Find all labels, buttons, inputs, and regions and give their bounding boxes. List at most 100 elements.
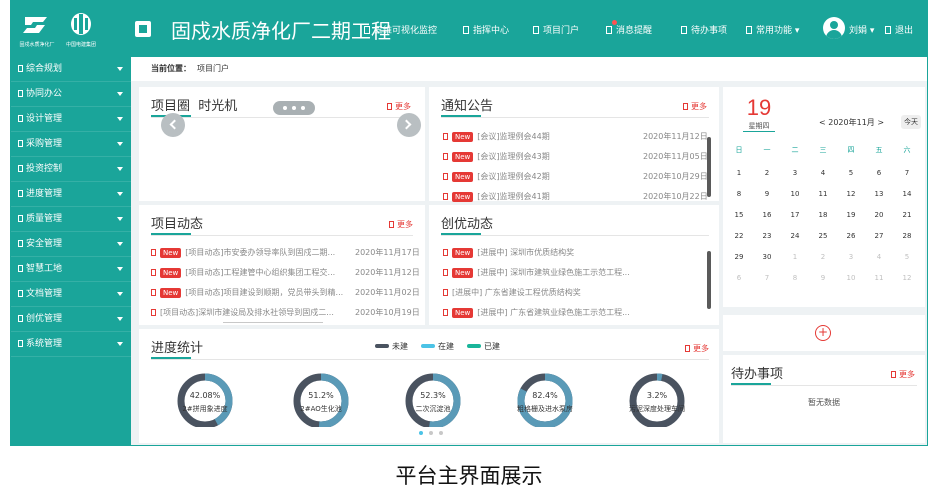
user-avatar[interactable] [823,17,845,39]
nav-logout[interactable]: 退出 [885,23,913,36]
list-item[interactable]: [项目动态]深圳市建设局及排水社领导到固戍二... 2020年10月19日 [151,307,421,318]
nav-project-portal[interactable]: 项目门户 [533,23,579,36]
calendar-day-cell[interactable]: 11 [811,190,835,198]
calendar-day-cell[interactable]: 12 [839,190,863,198]
calendar-day-cell[interactable]: 18 [811,211,835,219]
gauge[interactable]: 42.08% 2#拼用象进度 [173,369,237,427]
more-link[interactable]: 更多 [387,101,411,112]
calendar-day-cell[interactable]: 1 [783,253,807,261]
gauge[interactable]: 51.2% 2#AO生化池 [289,369,353,427]
list-item[interactable]: [进展中] 广东省建设工程优质结构奖 [443,287,705,298]
sidebar-item-investment[interactable]: 投资控制 [11,157,131,182]
sidebar-item-planning[interactable]: 综合规划 [11,57,131,82]
carousel-indicator[interactable] [273,101,315,115]
calendar-day-cell[interactable]: 17 [783,211,807,219]
gauge[interactable]: 3.2% 污泥深度处理车间 [625,369,689,427]
calendar-day-cell[interactable]: 1 [727,169,751,177]
calendar-day-cell[interactable]: 27 [867,232,891,240]
calendar-day-cell[interactable]: 8 [783,274,807,282]
nav-command-center[interactable]: 指挥中心 [463,23,509,36]
calendar-day-cell[interactable]: 5 [839,169,863,177]
sidebar-item-safety[interactable]: 安全管理 [11,232,131,257]
calendar-day-cell[interactable]: 7 [895,169,919,177]
sidebar-item-office[interactable]: 协同办公 [11,82,131,107]
menu-toggle-button[interactable] [135,21,151,37]
calendar-day-cell[interactable]: 2 [811,253,835,261]
calendar-day-cell[interactable]: 13 [867,190,891,198]
sidebar-item-schedule[interactable]: 进度管理 [11,182,131,207]
calendar-day-cell[interactable]: 24 [783,232,807,240]
scrollbar[interactable] [707,137,711,197]
more-link[interactable]: 更多 [891,369,915,380]
calendar-day-cell[interactable]: 19 [839,211,863,219]
sidebar-item-quality[interactable]: 质量管理 [11,207,131,232]
calendar-day-cell[interactable]: 6 [727,274,751,282]
list-item[interactable]: New [项目动态]项目建设到顺期，党员带头到精... 2020年11月02日 [151,287,421,298]
sidebar-item-documents[interactable]: 文档管理 [11,282,131,307]
list-item[interactable]: New [会议]监理例会42期 2020年10月29日 [443,171,708,182]
page-dot[interactable] [429,431,433,435]
scrollbar[interactable] [707,251,711,309]
page-dot-active[interactable] [419,431,423,435]
page-dot[interactable] [439,431,443,435]
more-link[interactable]: 更多 [683,101,707,112]
calendar-day-cell[interactable]: 9 [755,190,779,198]
gauge[interactable]: 52.3% 二次沉淀池 [401,369,465,427]
calendar-day-cell[interactable]: 30 [755,253,779,261]
calendar-day-cell[interactable]: 26 [839,232,863,240]
sidebar-item-procurement[interactable]: 采购管理 [11,132,131,157]
breadcrumb-current[interactable]: 项目门户 [197,64,229,73]
calendar-day-cell[interactable]: 11 [867,274,891,282]
calendar-day-cell[interactable]: 8 [727,190,751,198]
calendar-day-cell[interactable]: 29 [727,253,751,261]
sidebar-item-excellence[interactable]: 创优管理 [11,307,131,332]
calendar-day-cell[interactable]: 10 [783,190,807,198]
nav-3d-monitor[interactable]: 三维可视化监控 [364,23,437,36]
calendar-day-cell[interactable]: 4 [867,253,891,261]
calendar-day-cell[interactable]: 9 [811,274,835,282]
user-menu[interactable]: 刘娟 ▾ [849,23,874,36]
list-item[interactable]: New [进展中] 深圳市建筑业绿色施工示范工程... [443,267,705,278]
calendar-day-cell[interactable]: 12 [895,274,919,282]
calendar-day-cell[interactable]: 6 [867,169,891,177]
gauge[interactable]: 82.4% 粗格栅及进水泵房 [513,369,577,427]
list-item[interactable]: New [项目动态]工程建管中心组织集团工程交... 2020年11月12日 [151,267,421,278]
nav-messages[interactable]: 消息提醒 [606,20,652,36]
calendar-day-cell[interactable]: 15 [727,211,751,219]
list-item[interactable]: New [进展中] 广东省建筑业绿色施工示范工程... [443,307,705,318]
nav-common-functions[interactable]: 常用功能 ▾ [746,23,799,36]
carousel-next-button[interactable] [397,113,421,137]
calendar-day-cell[interactable]: 14 [895,190,919,198]
carousel-prev-button[interactable] [161,113,185,137]
calendar-day-cell[interactable]: 25 [811,232,835,240]
sidebar-item-design[interactable]: 设计管理 [11,107,131,132]
nav-todo[interactable]: 待办事项 [681,23,727,36]
calendar-day-cell[interactable]: 23 [755,232,779,240]
calendar-day-cell[interactable]: 3 [783,169,807,177]
list-item[interactable]: New [会议]监理例会44期 2020年11月12日 [443,131,708,142]
today-button[interactable]: 今天 [901,115,921,129]
list-item[interactable]: New [进展中] 深圳市优质结构奖 [443,247,705,258]
calendar-day-cell[interactable]: 28 [895,232,919,240]
calendar-day-cell[interactable]: 4 [811,169,835,177]
list-item[interactable]: New [项目动态]市安委办领导率队到固戍二期... 2020年11月17日 [151,247,421,258]
more-link[interactable]: 更多 [685,343,709,354]
calendar-day-cell[interactable]: 2 [755,169,779,177]
more-link[interactable]: 更多 [389,219,413,230]
calendar-day-cell[interactable]: 16 [755,211,779,219]
calendar-day-cell[interactable]: 5 [895,253,919,261]
calendar-day-cell[interactable]: 21 [895,211,919,219]
list-item[interactable]: New [会议]监理例会43期 2020年11月05日 [443,151,708,162]
calendar-day-cell[interactable]: 10 [839,274,863,282]
time-machine-label[interactable]: 时光机 [198,99,237,114]
calendar-day-cell[interactable]: 22 [727,232,751,240]
calendar-month-nav[interactable]: < 2020年11月 > [819,117,884,128]
calendar-day-cell[interactable]: 3 [839,253,863,261]
calendar-day-cell[interactable]: 7 [755,274,779,282]
list-item[interactable]: New [会议]监理例会41期 2020年10月22日 [443,191,708,202]
sidebar-item-system[interactable]: 系统管理 [11,332,131,357]
add-event-button[interactable]: + [815,325,831,341]
scrollbar[interactable] [223,322,323,323]
calendar-day-cell[interactable]: 20 [867,211,891,219]
sidebar-item-smart-site[interactable]: 智慧工地 [11,257,131,282]
